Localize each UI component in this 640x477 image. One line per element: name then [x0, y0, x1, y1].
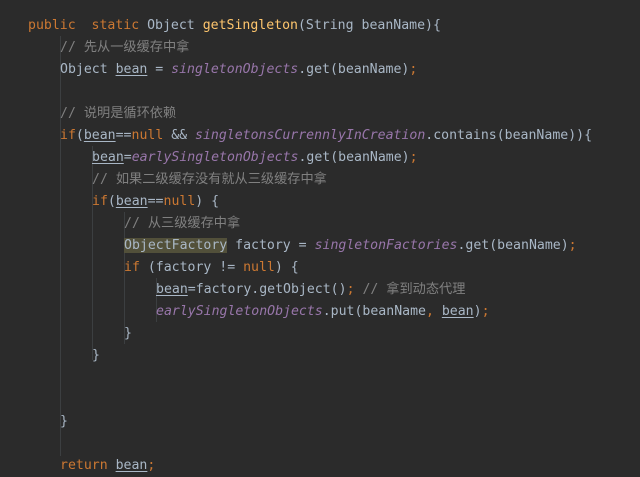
code-line-5[interactable]: // 说明是循环依赖 — [60, 103, 176, 125]
variable: bean — [115, 458, 148, 473]
variable: bean — [156, 282, 188, 297]
keyword: if — [60, 128, 76, 143]
code-line-14[interactable]: earlySingletonObjects.put(beanName, bean… — [156, 301, 490, 323]
variable: bean — [115, 194, 148, 209]
type: Object — [60, 62, 116, 77]
keyword: null — [243, 260, 275, 275]
keyword: return — [60, 458, 108, 473]
code-line-11[interactable]: ObjectFactory factory = singletonFactori… — [124, 235, 577, 257]
keyword: if — [92, 194, 108, 209]
paren: ( — [75, 128, 84, 143]
closing-brace: } — [92, 348, 100, 363]
keyword: static — [91, 18, 140, 33]
method-call: .contains(beanName)){ — [425, 128, 593, 143]
indent-guide — [60, 36, 61, 456]
condition: (factory != — [139, 260, 244, 275]
keyword: null — [131, 128, 164, 143]
method-call: =factory.getObject() — [187, 282, 347, 297]
code-line-3[interactable]: Object bean = singletonObjects.get(beanN… — [60, 59, 417, 81]
method-name: getSingleton — [202, 18, 298, 33]
comment: // 先从一级缓存中拿 — [60, 40, 190, 55]
code-line-19[interactable]: } — [60, 411, 68, 433]
method-call: .get(beanName) — [298, 62, 410, 77]
operator: = — [147, 62, 172, 77]
comment: // 说明是循环依赖 — [60, 106, 177, 121]
keyword: if — [124, 260, 140, 275]
keyword: null — [163, 194, 196, 209]
code-line-9[interactable]: if(bean==null) { — [92, 191, 219, 213]
closing-brace: } — [124, 326, 132, 341]
parameters: (String beanName){ — [297, 18, 441, 33]
comma: , — [425, 304, 434, 319]
semicolon: ; — [568, 238, 577, 253]
code-line-12[interactable]: if (factory != null) { — [124, 257, 299, 279]
code-line-2[interactable]: // 先从一级缓存中拿 — [60, 37, 189, 59]
method-call: .get(beanName) — [298, 150, 410, 165]
highlighted-type: ObjectFactory — [124, 238, 228, 253]
code-line-10[interactable]: // 从三级缓存中拿 — [124, 213, 240, 235]
paren: ( — [107, 194, 116, 209]
code-line-16[interactable]: } — [92, 345, 100, 367]
field: singletonFactories — [314, 238, 458, 253]
paren: ) { — [195, 194, 220, 209]
variable: bean — [115, 62, 148, 77]
method-call: .put(beanName — [322, 304, 426, 319]
semicolon: ; — [147, 458, 156, 473]
code-editor[interactable]: public static Object getSingleton(String… — [0, 0, 640, 474]
operator: == — [147, 194, 164, 209]
variable: bean — [441, 304, 474, 319]
return-type: Object — [139, 18, 203, 33]
paren: ) — [473, 304, 482, 319]
field: singletonsCurrennlyInCreation — [195, 128, 426, 143]
declaration: factory = — [227, 238, 315, 253]
code-line-1[interactable]: public static Object getSingleton(String… — [28, 15, 441, 37]
operator: == — [115, 128, 132, 143]
operator: && — [163, 128, 196, 143]
semicolon: ; — [409, 62, 418, 77]
semicolon: ; — [346, 282, 355, 297]
semicolon: ; — [481, 304, 490, 319]
comment: // 如果二级缓存没有就从三级缓存中拿 — [92, 172, 327, 187]
keyword: public — [28, 18, 76, 33]
comment: // 拿到动态代理 — [362, 282, 466, 297]
code-line-8[interactable]: // 如果二级缓存没有就从三级缓存中拿 — [92, 169, 327, 191]
operator: = — [123, 150, 132, 165]
method-call: .get(beanName) — [457, 238, 569, 253]
code-line-7[interactable]: bean=earlySingletonObjects.get(beanName)… — [92, 147, 418, 169]
field: earlySingletonObjects — [131, 150, 299, 165]
paren: ) { — [274, 260, 299, 275]
field: earlySingletonObjects — [156, 304, 323, 319]
variable: bean — [83, 128, 116, 143]
code-line-6[interactable]: if(bean==null && singletonsCurrennlyInCr… — [60, 125, 592, 147]
comment: // 从三级缓存中拿 — [124, 216, 241, 231]
field: singletonObjects — [171, 62, 299, 77]
closing-brace: } — [60, 414, 68, 429]
variable: bean — [92, 150, 124, 165]
code-line-13[interactable]: bean=factory.getObject(); // 拿到动态代理 — [156, 279, 465, 301]
code-line-15[interactable]: } — [124, 323, 132, 345]
semicolon: ; — [409, 150, 418, 165]
